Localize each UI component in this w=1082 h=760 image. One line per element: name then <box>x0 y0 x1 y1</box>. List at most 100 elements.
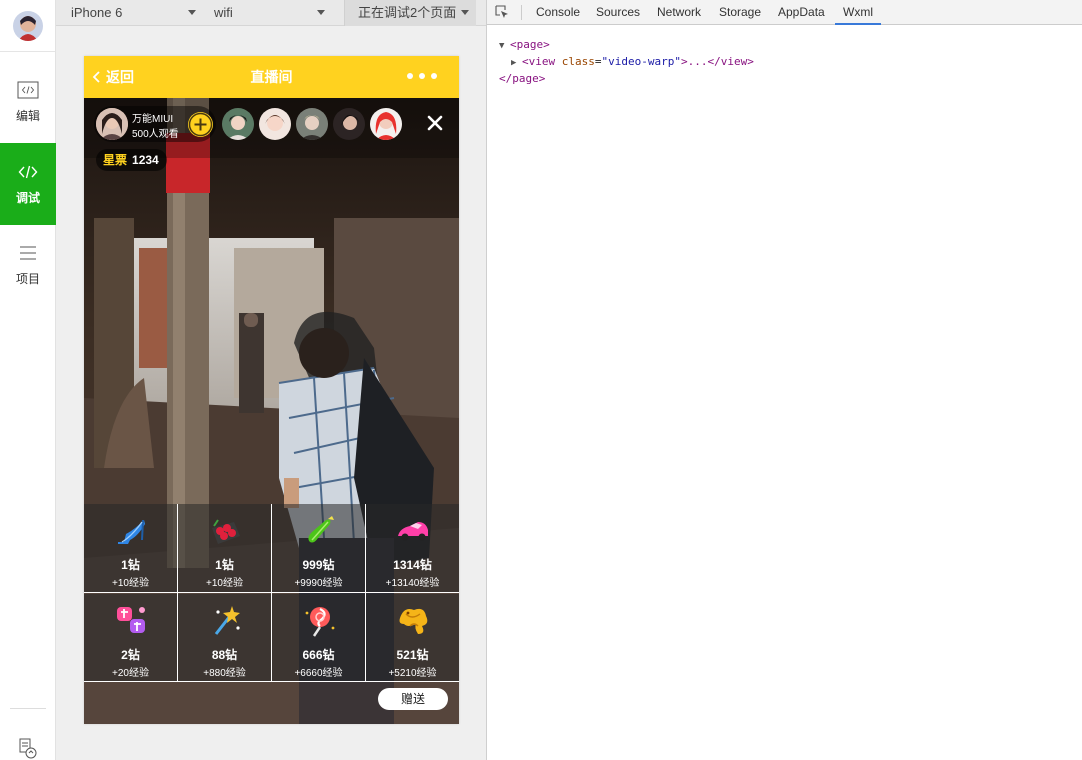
tab-sources[interactable]: Sources <box>596 0 640 25</box>
gift-exp: +880经验 <box>203 668 246 679</box>
viewer-avatar[interactable] <box>259 108 291 140</box>
devtools-panel: Console Sources Network Storage AppData … <box>486 0 1082 760</box>
tree-node-page-close: </page> <box>499 71 754 87</box>
viewer-avatar[interactable] <box>333 108 365 140</box>
gift-exp: +6660经验 <box>294 668 343 679</box>
gift-item[interactable]: 521钻 +5210经验 <box>366 594 459 682</box>
sports-car-icon <box>398 522 428 541</box>
inspect-element-icon[interactable] <box>495 5 509 19</box>
triangle-down-icon[interactable]: ▼ <box>499 38 510 54</box>
gift-panel: 1钻 +10经验 1钻 +10经验 999钻 +9990经验 1314钻 +13… <box>84 504 459 682</box>
tab-wxml[interactable]: Wxml <box>835 0 881 25</box>
dot-icon <box>431 73 437 79</box>
gift-item[interactable]: 1钻 +10经验 <box>84 504 177 592</box>
simulator-toolbar: iPhone 6 wifi 正在调试2个页面 <box>56 0 486 26</box>
roses-icon <box>212 519 240 544</box>
host-name: 万能MIUI <box>132 114 174 125</box>
close-icon[interactable] <box>424 112 446 134</box>
high-heel-icon <box>118 520 145 544</box>
chevron-down-icon <box>317 10 325 15</box>
toolbar-divider <box>521 5 522 20</box>
gift-exp: +20经验 <box>112 668 149 679</box>
rail-edit-label: 编辑 <box>15 108 40 123</box>
tree-node-page[interactable]: ▼ <page> <box>499 37 754 54</box>
gift-price: 88钻 <box>211 648 238 662</box>
gift-item[interactable]: 88钻 +880经验 <box>178 594 271 682</box>
nav-bar: 返回 直播间 <box>84 56 459 98</box>
network-select[interactable]: wifi <box>214 0 329 26</box>
cucumber-icon <box>308 516 334 543</box>
gift-item[interactable]: 666钻 +6660经验 <box>272 594 365 682</box>
rail-project-label: 项目 <box>15 271 40 286</box>
user-avatar[interactable] <box>12 10 43 41</box>
tab-console[interactable]: Console <box>536 0 580 25</box>
gift-exp: +10经验 <box>112 578 149 589</box>
devtools-tabbar: Console Sources Network Storage AppData … <box>487 0 1082 25</box>
code-window-icon <box>17 81 39 98</box>
device-select-value: iPhone 6 <box>71 5 123 20</box>
tab-storage[interactable]: Storage <box>719 0 761 25</box>
gift-item[interactable]: 2钻 +20经验 <box>84 594 177 682</box>
send-bar: 赠送 <box>84 682 459 724</box>
wxml-tree: ▼ <page> ▶ <view class="video-warp">...</v… <box>499 37 754 87</box>
gift-price: 1钻 <box>215 558 234 572</box>
triangle-right-icon[interactable]: ▶ <box>511 55 522 71</box>
tree-node-view[interactable]: ▶ <view class="video-warp">...</view> <box>499 54 754 71</box>
grid-divider <box>177 504 178 682</box>
star-ticket-badge: 星票 1234 <box>96 149 167 171</box>
live-video[interactable]: 万能MIUI 500人观看 星票 1234 1钻 +10经验 1钻 +10经验 … <box>84 98 459 724</box>
tab-appdata[interactable]: AppData <box>778 0 825 25</box>
viewer-count: 500人观看 <box>132 129 179 140</box>
page-close-tag: </page> <box>499 72 546 85</box>
rail-divider <box>10 708 46 709</box>
view-open-tag: <view <box>522 55 556 68</box>
hug-icon <box>117 607 145 633</box>
page-select[interactable]: 正在调试2个页面 <box>344 0 476 26</box>
star-ticket-label: 星票 <box>103 153 128 167</box>
view-close-tag: >...</view> <box>680 55 754 68</box>
more-menu-button[interactable] <box>407 73 437 79</box>
gift-exp: +9990经验 <box>294 578 343 589</box>
gift-exp: +5210经验 <box>388 668 437 679</box>
rail-debug-button[interactable]: 调试 <box>0 143 56 225</box>
plus-icon <box>188 112 213 137</box>
tab-network[interactable]: Network <box>657 0 701 25</box>
send-gift-button[interactable]: 赠送 <box>378 688 448 710</box>
lollipop-icon <box>305 607 335 637</box>
host-avatar[interactable] <box>96 108 128 140</box>
gift-item[interactable]: 999钻 +9990经验 <box>272 504 365 592</box>
chevron-down-icon <box>461 10 469 15</box>
chevron-down-icon <box>188 10 196 15</box>
rail-edit-button[interactable]: 编辑 <box>0 61 56 143</box>
compile-icon[interactable] <box>17 738 39 760</box>
host-info[interactable]: 万能MIUI 500人观看 <box>94 106 216 142</box>
grid-divider <box>365 504 366 682</box>
gift-exp: +13140经验 <box>385 578 440 589</box>
phone-screen: 返回 直播间 万能MIUI 500人观看 星票 1234 1钻 +10经验 1钻… <box>84 56 459 724</box>
rail-debug-label: 调试 <box>15 190 40 205</box>
gift-price: 1钻 <box>121 558 140 572</box>
code-brackets-icon <box>18 165 38 178</box>
menu-lines-icon <box>20 246 36 259</box>
follow-button[interactable] <box>188 112 213 137</box>
page-title: 直播间 <box>250 69 293 85</box>
left-rail: 编辑 调试 项目 <box>0 0 56 760</box>
viewer-avatar[interactable] <box>296 108 328 140</box>
device-select[interactable]: iPhone 6 <box>71 0 196 26</box>
gift-price: 999钻 <box>302 558 335 572</box>
grid-divider <box>84 592 459 593</box>
dot-icon <box>419 73 425 79</box>
user-avatar-area <box>0 0 55 52</box>
viewer-avatar[interactable] <box>222 108 254 140</box>
view-attr-name: class <box>561 55 595 68</box>
gift-exp: +10经验 <box>206 578 243 589</box>
gift-item[interactable]: 1钻 +10经验 <box>178 504 271 592</box>
magic-wand-icon <box>214 606 240 635</box>
dot-icon <box>407 73 413 79</box>
gift-price: 1314钻 <box>393 558 432 572</box>
viewer-avatar[interactable] <box>370 108 402 140</box>
rail-project-button[interactable]: 项目 <box>0 224 56 306</box>
gift-price: 666钻 <box>302 648 335 662</box>
grid-divider <box>271 504 272 682</box>
gift-item[interactable]: 1314钻 +13140经验 <box>366 504 459 592</box>
